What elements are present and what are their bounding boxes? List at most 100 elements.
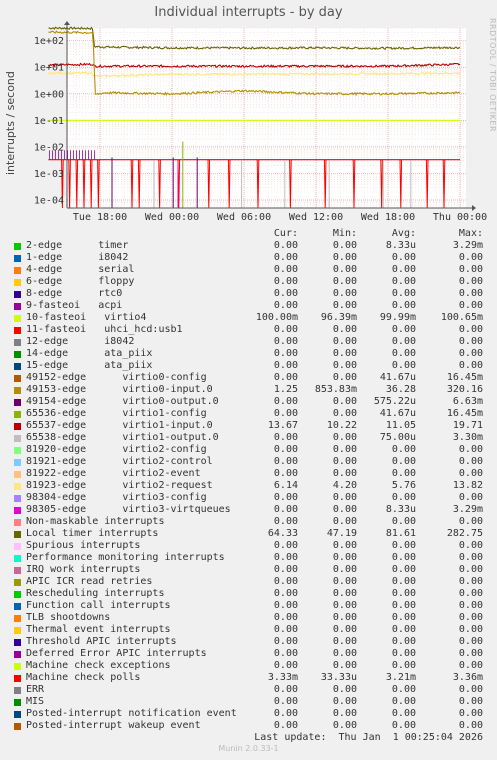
legend-item: 9-fasteoi acpi 0.00 0.00 0.00 0.00 [0,300,497,312]
legend-item: 81920-edge virtio2-config 0.00 0.00 0.00 0.0… [0,444,497,456]
legend-swatch [14,339,21,346]
legend-swatch [14,315,21,322]
legend-swatch [14,543,21,550]
plot-area [67,28,466,208]
legend-swatch [14,255,21,262]
legend-max: 3.30m [452,432,483,443]
legend-max: 6.63m [452,396,483,407]
legend-label: 6-edge floppy [26,276,135,287]
legend-swatch [14,651,21,658]
legend-swatch [14,723,21,730]
x-tick-label: Tue 18:00 [73,212,127,223]
legend-item: 81921-edge virtio2-control 0.00 0.00 0.00 0.… [0,456,497,468]
legend-label: 8-edge rtc0 [26,288,123,299]
y-tick-label: 1e+01 [34,63,64,74]
legend-label: 65538-edge virtio1-output.0 [26,432,219,443]
y-tick-label: 1e+02 [34,36,64,47]
legend-avg: 0.00 [391,456,416,467]
legend-label: 81922-edge virtio2-event [26,468,201,479]
legend-max: 0.00 [458,300,483,311]
y-tick-label: 1e-04 [34,196,64,207]
legend-item: 81922-edge virtio2-event 0.00 0.00 0.00 0.00 [0,468,497,480]
legend-label: 98304-edge virtio3-config [26,492,207,503]
legend-item: 8-edge rtc0 0.00 0.00 0.00 0.00 [0,288,497,300]
legend-swatch [14,387,21,394]
x-tick-label: Thu 00:00 [433,212,487,223]
legend-max: 0.00 [458,336,483,347]
legend-swatch [14,363,21,370]
legend-label: 65537-edge virtio1-input.0 [26,420,213,431]
legend-avg: 0.00 [391,444,416,455]
last-update: Last update: Thu Jan 1 00:25:04 2026 [254,732,483,743]
legend-avg: 0.00 [391,708,416,719]
legend-item: Posted-interrupt wakeup event 0.00 0.00 0.0… [0,720,497,732]
legend-max: 0.00 [458,708,483,719]
legend-max: 0.00 [458,360,483,371]
legend-item: Machine check exceptions 0.00 0.00 0.00 0.00 [0,660,497,672]
legend-max: 100.65m [440,312,483,323]
legend-max: 0.00 [458,564,483,575]
legend-item: 65536-edge virtio1-config 0.00 0.00 41.67u 1… [0,408,497,420]
legend-item: Rescheduling interrupts 0.00 0.00 0.00 0.00 [0,588,497,600]
legend-item: Performance monitoring interrupts 0.00 0.0… [0,552,497,564]
legend-swatch [14,711,21,718]
x-tick-label: Wed 00:00 [145,212,199,223]
legend-max: 0.00 [458,600,483,611]
munin-version: Munin 2.0.33-1 [218,744,279,753]
legend-avg: 0.00 [391,624,416,635]
legend-avg: 3.21m [385,672,416,683]
legend-max: 0.00 [458,540,483,551]
legend-swatch [14,567,21,574]
legend-max: 0.00 [458,612,483,623]
legend-label: 1-edge i8042 [26,252,129,263]
legend-avg: 0.00 [391,336,416,347]
legend-swatch [14,555,21,562]
legend-label: 14-edge ata_piix [26,348,153,359]
legend-avg: 8.33u [385,504,416,515]
legend-item: 14-edge ata_piix 0.00 0.00 0.00 0.00 [0,348,497,360]
x-axis-arrow [472,205,476,211]
legend-label: Posted-interrupt wakeup event [26,720,201,731]
legend-item: 98305-edge virtio3-virtqueues 0.00 0.00 8.3… [0,504,497,516]
legend-avg: 0.00 [391,684,416,695]
legend-swatch [14,291,21,298]
legend-label: Function call interrupts [26,600,171,611]
legend-label: 4-edge serial [26,264,135,275]
legend-avg: 99.99m [379,312,416,323]
legend-max: 3.29m [452,504,483,515]
legend-max: 13.82 [452,480,483,491]
legend-max: 0.00 [458,492,483,503]
legend-item: 98304-edge virtio3-config 0.00 0.00 0.00 0.0… [0,492,497,504]
legend-label: 98305-edge virtio3-virtqueues [26,504,231,515]
legend-item: 10-fasteoi virtio4 100.00m 96.39m 99.99m 100… [0,312,497,324]
legend-label: Machine check exceptions [26,660,171,671]
legend-swatch [14,327,21,334]
legend-item: 81923-edge virtio2-request 6.14 4.20 5.76 13… [0,480,497,492]
legend-label: MIS [26,696,45,707]
legend-item: 1-edge i8042 0.00 0.00 0.00 0.00 [0,252,497,264]
legend-label: 49152-edge virtio0-config [26,372,207,383]
legend-label: 81920-edge virtio2-config [26,444,207,455]
legend-swatch [14,303,21,310]
col-header-avg: Avg: [391,228,416,239]
legend-swatch [14,351,21,358]
legend-item: IRQ work interrupts 0.00 0.00 0.00 0.00 [0,564,497,576]
legend-label: Rescheduling interrupts [26,588,165,599]
legend-avg: 0.00 [391,648,416,659]
legend-max: 0.00 [458,636,483,647]
legend-swatch [14,639,21,646]
legend-item: Function call interrupts 0.00 0.00 0.00 0.00 [0,600,497,612]
legend-label: Spurious interrupts [26,540,141,551]
legend-avg: 0.00 [391,588,416,599]
y-tick-label: 1e-01 [34,116,64,127]
legend-max: 0.00 [458,720,483,731]
legend-max: 0.00 [458,252,483,263]
legend-max: 0.00 [458,288,483,299]
legend-avg: 0.00 [391,552,416,563]
legend-label: 9-fasteoi acpi [26,300,123,311]
y-tick-label: 1e-02 [34,142,64,153]
legend-item: Non-maskable interrupts 0.00 0.00 0.00 0.00 [0,516,497,528]
legend-max: 0.00 [458,468,483,479]
legend-avg: 5.76 [391,480,416,491]
x-tick-label: Wed 12:00 [289,212,343,223]
